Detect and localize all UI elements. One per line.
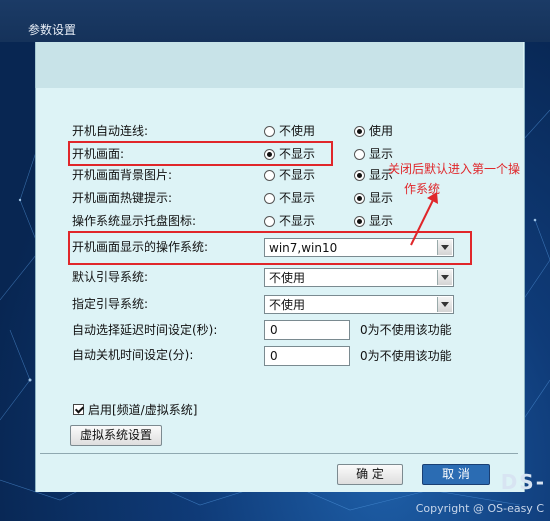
radio-label: 使用 [369, 124, 394, 138]
radio-icon [354, 169, 365, 181]
footer-divider [40, 453, 518, 454]
annotation-line1: 关闭后默认进入第一个操 [388, 162, 521, 176]
highlight-box-boot-screen [68, 141, 333, 166]
radio-label: 不显示 [279, 168, 316, 182]
auto-select-delay-input[interactable]: 0 [264, 320, 350, 340]
radio-label: 显示 [369, 214, 394, 228]
dialog-header-band [35, 42, 523, 88]
setting-label-tray-icon: 操作系统显示托盘图标: [72, 214, 197, 228]
window-title: 参数设置 [28, 23, 77, 37]
default-boot-value: 不使用 [269, 271, 306, 285]
virtual-settings-button[interactable]: 虚拟系统设置 [70, 425, 162, 446]
auto-select-delay-label: 自动选择延迟时间设定(秒): [72, 323, 218, 337]
window-titlebar: 参数设置 [0, 0, 550, 42]
radio-label: 显示 [369, 191, 394, 205]
radio-icon [264, 215, 275, 227]
radio-icon [264, 192, 275, 204]
radio-boot-bg-hide[interactable]: 不显示 [264, 166, 315, 184]
radio-tray-icon-show[interactable]: 显示 [354, 212, 393, 230]
radio-icon [354, 125, 365, 137]
setting-label-boot-bg: 开机画面背景图片: [72, 168, 173, 182]
radio-label: 不使用 [279, 124, 316, 138]
radio-icon [354, 148, 365, 160]
specified-boot-select[interactable]: 不使用 [264, 295, 454, 314]
ok-button[interactable]: 确 定 [337, 464, 403, 485]
checkbox-icon [73, 403, 84, 415]
default-boot-label: 默认引导系统: [72, 270, 149, 284]
annotation-line2: 作系统 [404, 182, 441, 196]
cancel-button[interactable]: 取 消 [422, 464, 490, 485]
radio-auto-connect-on[interactable]: 使用 [354, 122, 393, 140]
radio-hotkey-hint-hide[interactable]: 不显示 [264, 189, 315, 207]
radio-tray-icon-hide[interactable]: 不显示 [264, 212, 315, 230]
radio-label: 不显示 [279, 191, 316, 205]
chevron-down-icon[interactable] [437, 270, 452, 285]
auto-shutdown-label: 自动关机时间设定(分): [72, 348, 194, 362]
radio-icon [264, 125, 275, 137]
radio-label: 不显示 [279, 214, 316, 228]
auto-select-delay-hint: 0为不使用该功能 [360, 323, 452, 337]
copyright-text: Copyright @ OS-easy C [415, 502, 544, 515]
auto-shutdown-input[interactable]: 0 [264, 346, 350, 366]
enable-virtual-label: 启用[频道/虚拟系统] [88, 402, 198, 417]
specified-boot-value: 不使用 [269, 298, 306, 312]
enable-virtual-checkbox[interactable]: 启用[频道/虚拟系统] [73, 401, 197, 417]
setting-label-hotkey-hint: 开机画面热键提示: [72, 191, 173, 205]
specified-boot-label: 指定引导系统: [72, 297, 149, 311]
radio-hotkey-hint-show[interactable]: 显示 [354, 189, 393, 207]
brand-logo: DS- [500, 470, 546, 494]
setting-label-auto-connect: 开机自动连线: [72, 124, 149, 138]
radio-icon [354, 192, 365, 204]
default-boot-select[interactable]: 不使用 [264, 268, 454, 287]
radio-auto-connect-off[interactable]: 不使用 [264, 122, 315, 140]
auto-shutdown-hint: 0为不使用该功能 [360, 349, 452, 363]
radio-icon [354, 215, 365, 227]
chevron-down-icon[interactable] [437, 297, 452, 312]
radio-icon [264, 169, 275, 181]
